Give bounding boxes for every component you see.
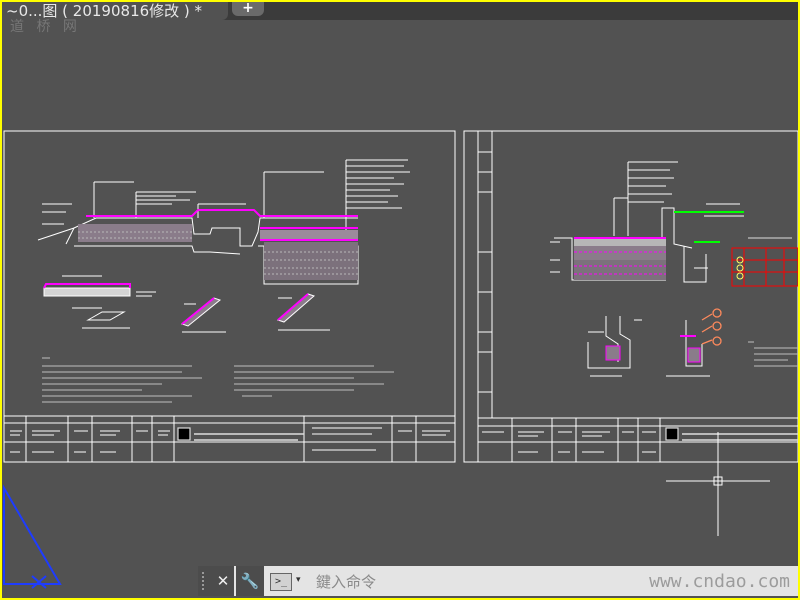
recent-commands-dropdown[interactable]: ▾ [296, 575, 301, 585]
crosshair-cursor-icon [666, 432, 770, 536]
drag-grip-handle[interactable] [198, 566, 212, 596]
drawing-sheet-2 [463, 130, 798, 463]
new-tab-button[interactable]: + [232, 2, 264, 16]
watermark-url: www.cndao.com [649, 571, 790, 592]
command-input[interactable] [314, 571, 618, 593]
sheet-2-detail-sketches [587, 316, 710, 377]
ucs-icon [3, 484, 62, 589]
drawing-window: ~0...图 ( 20190816修改 ) * + 道 桥 网 ✕ 🔧 >_ ▾… [2, 2, 798, 598]
command-line-bar: ✕ 🔧 >_ ▾ www.cndao.com [198, 566, 798, 596]
sheet-2-leader-balloons [701, 308, 722, 346]
sheet-1-notes [42, 357, 394, 403]
close-icon[interactable]: ✕ [212, 566, 234, 596]
sheet-1-pavement-layers [78, 209, 358, 280]
document-tab-strip: ~0...图 ( 20190816修改 ) * + [2, 2, 798, 20]
sheet-2-pavement-layers [574, 211, 744, 280]
watermark-logo: 道 桥 网 [10, 19, 81, 35]
sheet-2-notes [748, 341, 798, 367]
sheet-1-title-block-text [10, 427, 450, 453]
sheet-2-quantity-table [731, 237, 798, 287]
sheet-2-title-block-text [482, 427, 798, 453]
model-space-canvas[interactable] [2, 2, 798, 598]
wrench-icon[interactable]: 🔧 [236, 566, 264, 596]
command-prompt-icon[interactable]: >_ [270, 573, 292, 591]
